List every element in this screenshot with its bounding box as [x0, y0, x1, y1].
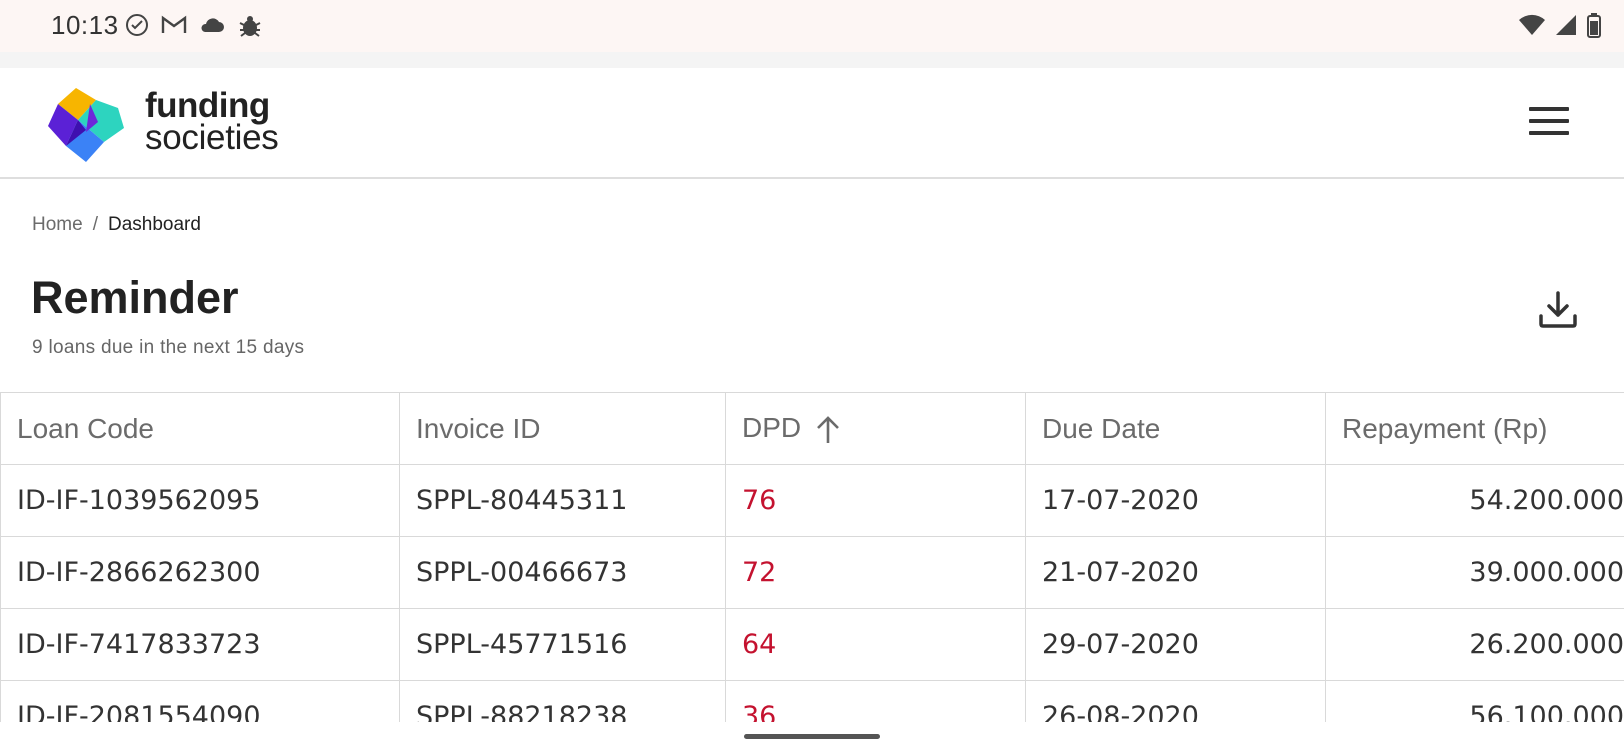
column-header-loan-code[interactable]: Loan Code: [0, 392, 400, 465]
status-icons-left: [125, 13, 263, 39]
cell-invoice-id: SPPL-80445311: [399, 464, 726, 537]
status-bar: 10:13: [0, 0, 1624, 52]
funding-societies-logo-icon[interactable]: [46, 82, 130, 166]
page-subtitle: 9 loans due in the next 15 days: [32, 337, 305, 358]
breadcrumb-home-link[interactable]: Home: [32, 214, 83, 236]
status-time: 10:13: [51, 10, 119, 40]
table-row[interactable]: ID-IF-2081554090 SPPL-88218238 36 26-08-…: [0, 680, 1624, 722]
status-gap: [0, 52, 1624, 68]
cell-due-date: 17-07-2020: [1025, 464, 1326, 537]
cell-dpd: 36: [725, 680, 1026, 722]
download-icon: [1539, 291, 1577, 328]
cell-repayment: 39.000.000: [1325, 536, 1624, 609]
gesture-home-indicator[interactable]: [744, 734, 880, 739]
breadcrumb-current: Dashboard: [107, 214, 201, 235]
hamburger-menu-button[interactable]: [1524, 102, 1574, 142]
wifi-icon: [1519, 14, 1545, 35]
breadcrumb: Home / Dashboard: [32, 214, 201, 236]
table-row[interactable]: ID-IF-2866262300 SPPL-00466673 72 21-07-…: [0, 536, 1624, 609]
bug-icon: [239, 16, 261, 37]
cell-repayment: 56.100.000: [1325, 680, 1624, 722]
app-header: funding societies: [0, 68, 1624, 179]
page-title: Reminder: [31, 272, 239, 323]
column-header-due-date[interactable]: Due Date: [1025, 392, 1326, 465]
table-row[interactable]: ID-IF-1039562095 SPPL-80445311 76 17-07-…: [0, 464, 1624, 537]
table-row[interactable]: ID-IF-7417833723 SPPL-45771516 64 29-07-…: [0, 608, 1624, 681]
menu-icon-bar: [1529, 131, 1569, 135]
cell-repayment: 26.200.000: [1325, 608, 1624, 681]
cell-repayment: 54.200.000: [1325, 464, 1624, 537]
column-header-dpd-label: DPD: [742, 412, 802, 444]
loans-table: Loan Code Invoice ID DPD Due Date Repaym…: [0, 392, 1624, 722]
column-header-invoice-id[interactable]: Invoice ID: [399, 392, 726, 465]
menu-icon-bar: [1529, 107, 1569, 111]
cell-due-date: 26-08-2020: [1025, 680, 1326, 722]
cell-due-date: 29-07-2020: [1025, 608, 1326, 681]
cloud-icon: [201, 18, 224, 32]
battery-icon: [1587, 13, 1601, 38]
cell-loan-code: ID-IF-2866262300: [0, 536, 400, 609]
cell-invoice-id: SPPL-88218238: [399, 680, 726, 722]
logo-text[interactable]: funding societies: [145, 88, 279, 157]
cell-dpd: 76: [725, 464, 1026, 537]
cell-dpd: 64: [725, 608, 1026, 681]
status-icons-right: [1518, 12, 1602, 38]
sort-ascending-icon: [817, 415, 840, 443]
cell-invoice-id: SPPL-00466673: [399, 536, 726, 609]
cell-loan-code: ID-IF-2081554090: [0, 680, 400, 722]
cell-loan-code: ID-IF-7417833723: [0, 608, 400, 681]
cell-invoice-id: SPPL-45771516: [399, 608, 726, 681]
menu-icon-bar: [1529, 119, 1569, 123]
gmail-icon: [161, 15, 187, 33]
loans-table-container[interactable]: Loan Code Invoice ID DPD Due Date Repaym…: [0, 392, 1624, 722]
signal-icon: [1556, 15, 1576, 35]
column-header-dpd[interactable]: DPD: [725, 392, 1026, 465]
column-header-repayment[interactable]: Repayment (Rp): [1325, 392, 1624, 465]
cell-dpd: 72: [725, 536, 1026, 609]
cell-due-date: 21-07-2020: [1025, 536, 1326, 609]
download-button[interactable]: [1536, 288, 1580, 332]
logo-text-line2: societies: [145, 118, 279, 157]
table-header-row: Loan Code Invoice ID DPD Due Date Repaym…: [0, 392, 1624, 465]
check-circle-icon: [126, 14, 148, 36]
breadcrumb-separator: /: [92, 214, 98, 235]
cell-loan-code: ID-IF-1039562095: [0, 464, 400, 537]
